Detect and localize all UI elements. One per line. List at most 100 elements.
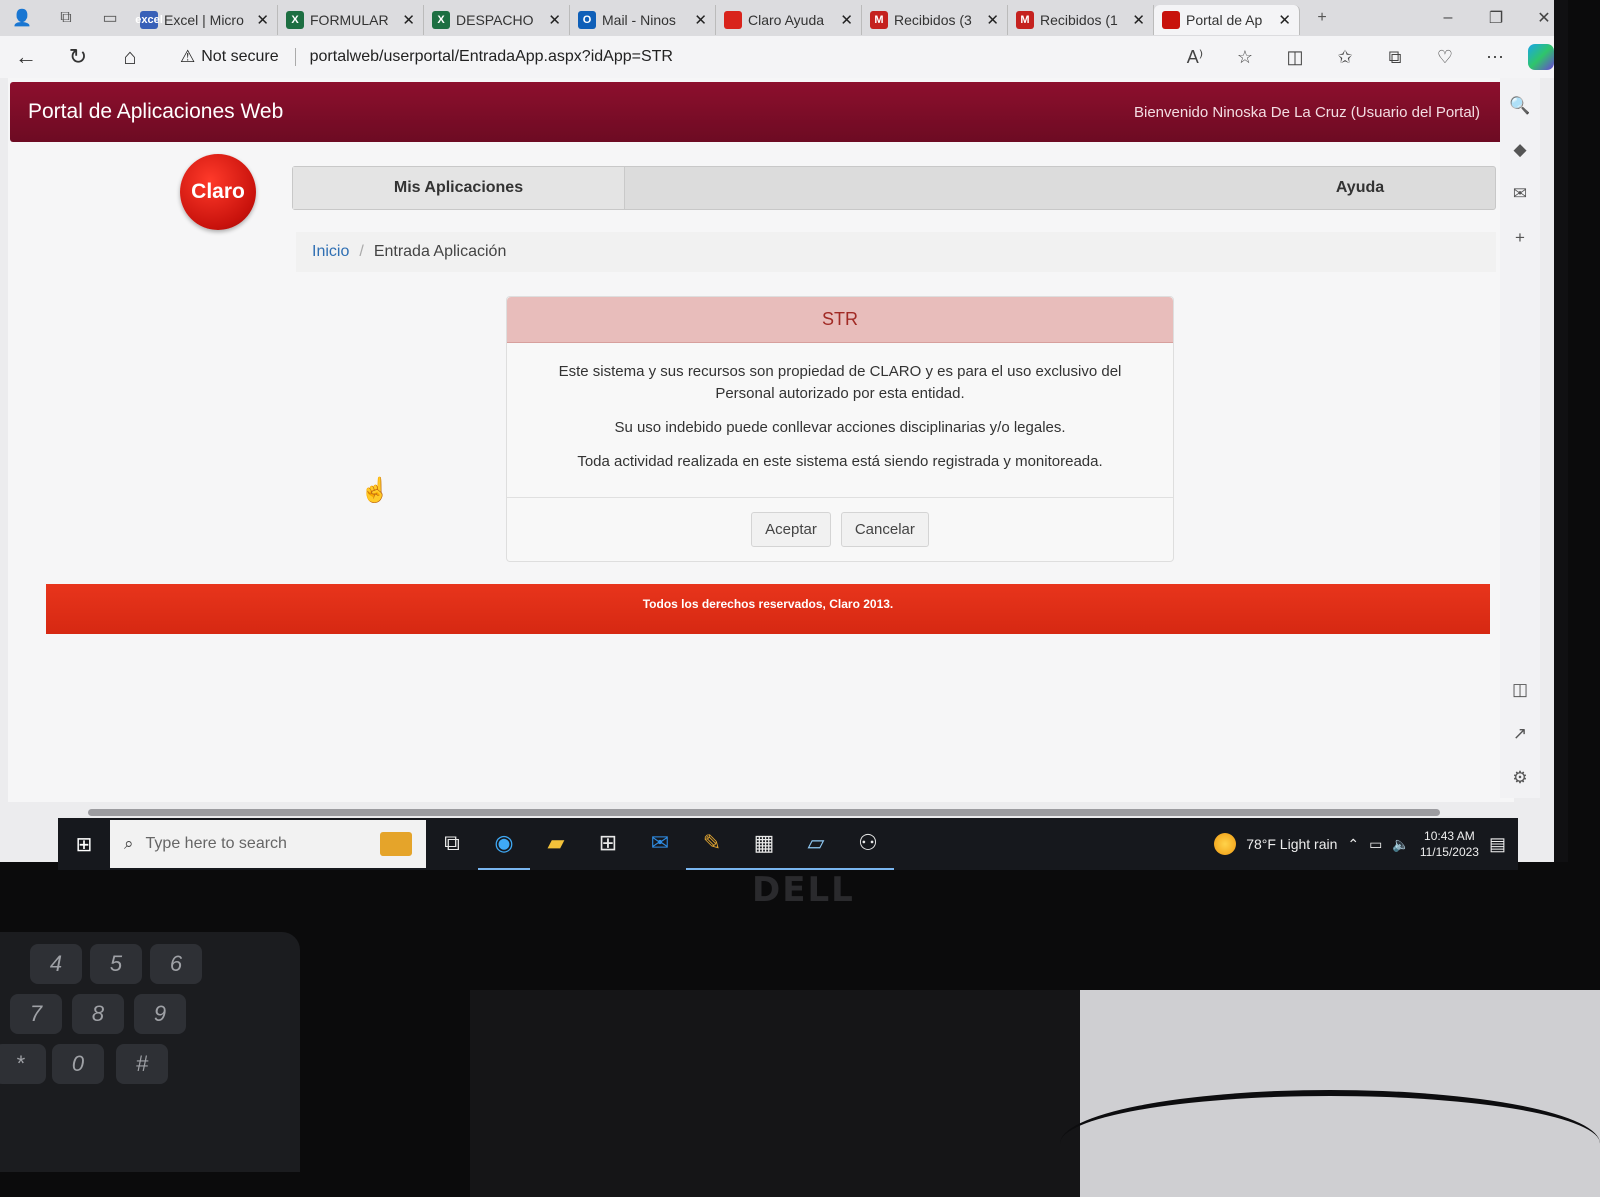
dialog-misuse-text: Su uso indebido puede conllevar acciones… (614, 419, 1066, 436)
task-view-icon[interactable]: ⧉ (426, 818, 478, 870)
split-screen-icon[interactable]: ◫ (1270, 47, 1320, 68)
accept-button[interactable]: Aceptar (751, 512, 831, 547)
profile-icon[interactable]: 👤 (0, 0, 44, 36)
system-tray: 78°F Light rain ⌃ ▭ 🔈 10:43 AM 11/15/202… (1214, 828, 1518, 860)
mail-icon[interactable]: ✉ (634, 818, 686, 870)
breadcrumb-home-link[interactable]: Inicio (312, 243, 349, 261)
dialog-body: Este sistema y sus recursos son propieda… (507, 343, 1173, 473)
refresh-icon[interactable]: ↻ (52, 36, 104, 78)
read-aloud-icon[interactable]: A⁾ (1170, 47, 1220, 68)
close-tab-icon[interactable]: ✕ (694, 11, 707, 29)
clock[interactable]: 10:43 AM 11/15/2023 (1420, 828, 1479, 860)
keypad-key: # (116, 1044, 168, 1084)
copilot-icon[interactable] (1528, 44, 1554, 70)
external-link-icon[interactable]: ↗ (1513, 724, 1527, 744)
footer-text: Todos los derechos reservados, Claro 201… (642, 597, 894, 611)
tab-favicon-icon: X (432, 11, 450, 29)
dialog-title: STR (507, 297, 1173, 343)
store-icon[interactable]: ⊞ (582, 818, 634, 870)
close-tab-icon[interactable]: ✕ (840, 11, 853, 29)
settings-gear-icon[interactable]: ⚙ (1512, 768, 1527, 788)
taskbar-search[interactable]: ⌕ Type here to search (110, 820, 426, 868)
notifications-icon[interactable]: ▤ (1489, 834, 1506, 855)
tab-title: FORMULAR (310, 12, 389, 28)
close-tab-icon[interactable]: ✕ (256, 11, 269, 29)
network-icon[interactable]: ▭ (1369, 836, 1382, 853)
tab-favicon-icon: excel (135, 11, 163, 29)
browser-tab[interactable]: X FORMULAR ✕ (278, 5, 424, 35)
claro-logo[interactable]: Claro (180, 154, 256, 230)
browser-tab[interactable]: O Mail - Ninos ✕ (570, 5, 716, 35)
tab-title: Portal de Ap (1186, 12, 1263, 28)
dialog-ownership-text: Este sistema y sus recursos son propieda… (558, 363, 1122, 402)
weather-icon[interactable] (1214, 833, 1237, 855)
calculator-icon[interactable]: ▦ (738, 818, 790, 870)
restore-icon[interactable]: ❐ (1472, 0, 1520, 36)
edge-sidebar: 🔍 ◆ ✉ + ◫ ↗ ⚙ (1500, 78, 1540, 798)
show-hidden-icons-icon[interactable]: ⌃ (1347, 836, 1359, 853)
file-explorer-icon[interactable]: ▰ (530, 818, 582, 870)
close-tab-icon[interactable]: ✕ (1132, 11, 1145, 29)
keypad-key: 5 (90, 944, 142, 984)
tab-favicon-icon: O (578, 11, 596, 29)
tab-title: Recibidos (3 (894, 12, 972, 28)
browser-tab[interactable]: Claro Ayuda ✕ (716, 5, 862, 35)
close-tab-icon[interactable]: ✕ (548, 11, 561, 29)
warning-icon: ⚠ (180, 47, 196, 66)
horizontal-scrollbar[interactable] (70, 806, 1480, 818)
tab-title: Mail - Ninos (602, 12, 676, 28)
keypad-key: 4 (30, 944, 82, 984)
windows-taskbar: ⊞ ⌕ Type here to search ⧉ ◉ ▰ ⊞ ✉ ✎ ▦ ▱ … (58, 818, 1518, 870)
browser-tab[interactable]: Portal de Ap ✕ (1154, 5, 1300, 35)
cancel-button[interactable]: Cancelar (840, 512, 929, 547)
tab-title: Excel | Micro (164, 12, 244, 28)
favorites-icon[interactable]: ✩ (1320, 47, 1370, 68)
tab-ayuda[interactable]: Ayuda (1225, 167, 1495, 209)
add-sidebar-app-icon[interactable]: + (1515, 228, 1525, 248)
favorite-star-icon[interactable]: ☆ (1220, 47, 1270, 68)
browser-tab[interactable]: X DESPACHO ✕ (424, 5, 570, 35)
search-icon: ⌕ (124, 834, 134, 853)
browser-tab[interactable]: excel Excel | Micro ✕ (132, 5, 278, 35)
more-icon[interactable]: ⋯ (1470, 47, 1520, 68)
monitor-screen: 👤 ⧉ ▭ excel Excel | Micro ✕ X FORMULAR ✕ X DESP… (0, 0, 1568, 862)
meeting-app-icon[interactable]: ⚇ (842, 818, 894, 870)
close-tab-icon[interactable]: ✕ (1278, 11, 1291, 29)
close-tab-icon[interactable]: ✕ (986, 11, 999, 29)
tab-mis-aplicaciones[interactable]: Mis Aplicaciones (293, 167, 625, 209)
back-icon[interactable]: ← (0, 36, 52, 78)
url-field[interactable]: portalweb/userportal/EntradaApp.aspx?idA… (294, 48, 673, 66)
edge-browser-icon[interactable]: ◉ (478, 818, 530, 870)
outlook-icon[interactable]: ✉ (1513, 184, 1527, 204)
close-window-icon[interactable]: ✕ (1520, 0, 1554, 36)
browser-essentials-icon[interactable]: ♡ (1420, 47, 1470, 68)
start-windows-icon[interactable]: ⊞ (58, 818, 110, 870)
home-icon[interactable]: ⌂ (104, 36, 156, 78)
tab-title: Recibidos (1 (1040, 12, 1118, 28)
sidebar-panel-icon[interactable]: ◫ (1512, 680, 1528, 700)
browser-tab[interactable]: M Recibidos (1 ✕ (1008, 5, 1154, 35)
browser-tab-strip: 👤 ⧉ ▭ excel Excel | Micro ✕ X FORMULAR ✕ X DESP… (0, 0, 1554, 36)
scrollbar-thumb[interactable] (88, 809, 1440, 816)
collections-icon[interactable]: ⧉ (1370, 47, 1420, 68)
portal-title: Portal de Aplicaciones Web (28, 100, 284, 123)
keypad-key: * (0, 1044, 46, 1084)
hand-cursor-icon: ☝ (360, 477, 390, 504)
logo-text: Claro (191, 180, 245, 203)
tab-favicon-icon: M (870, 11, 888, 29)
browser-tab[interactable]: M Recibidos (3 ✕ (862, 5, 1008, 35)
breadcrumb: Inicio / Entrada Aplicación (296, 232, 1496, 272)
notes-app-icon[interactable]: ▱ (790, 818, 842, 870)
minimize-icon[interactable]: – (1424, 0, 1472, 36)
new-tab-icon[interactable]: + (1300, 0, 1344, 36)
tab-actions-icon[interactable]: ▭ (88, 0, 132, 36)
app-shortcut-icon[interactable]: ✎ (686, 818, 738, 870)
shopping-icon[interactable]: ◆ (1513, 140, 1526, 160)
workspaces-icon[interactable]: ⧉ (44, 0, 88, 36)
volume-icon[interactable]: 🔈 (1392, 836, 1409, 853)
tab-favicon-icon (1162, 11, 1180, 29)
close-tab-icon[interactable]: ✕ (402, 11, 415, 29)
security-indicator[interactable]: ⚠ Not secure (180, 47, 279, 67)
search-icon[interactable]: 🔍 (1509, 96, 1530, 116)
weather-text[interactable]: 78°F Light rain (1246, 836, 1337, 852)
